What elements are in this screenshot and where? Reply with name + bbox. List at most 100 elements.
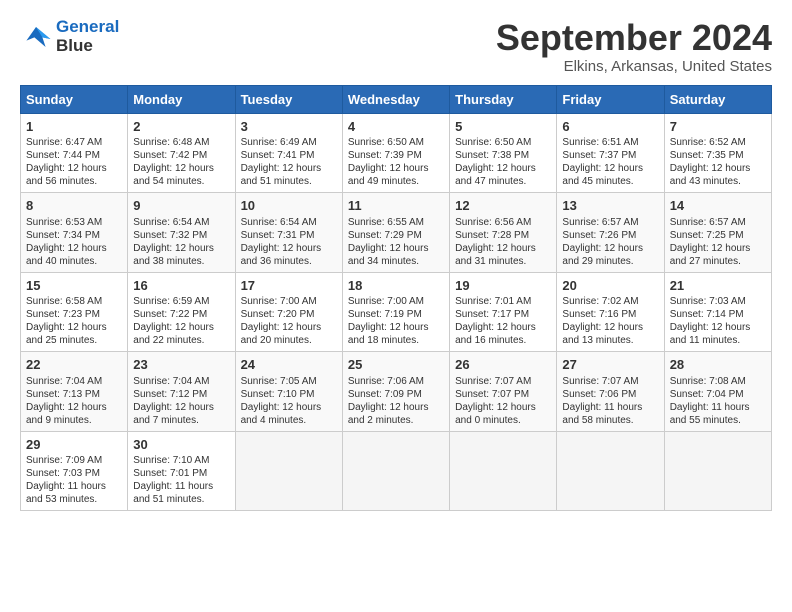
table-row: 12Sunrise: 6:56 AM Sunset: 7:28 PM Dayli… <box>450 193 557 273</box>
table-row: 2Sunrise: 6:48 AM Sunset: 7:42 PM Daylig… <box>128 113 235 193</box>
page: General Blue September 2024 Elkins, Arka… <box>0 0 792 521</box>
day-content: Sunrise: 6:57 AM Sunset: 7:25 PM Dayligh… <box>670 216 766 268</box>
day-content: Sunrise: 7:07 AM Sunset: 7:07 PM Dayligh… <box>455 375 551 427</box>
table-row: 9Sunrise: 6:54 AM Sunset: 7:32 PM Daylig… <box>128 193 235 273</box>
table-row: 30Sunrise: 7:10 AM Sunset: 7:01 PM Dayli… <box>128 431 235 511</box>
day-number: 15 <box>26 277 122 295</box>
day-content: Sunrise: 6:49 AM Sunset: 7:41 PM Dayligh… <box>241 136 337 188</box>
logo-icon <box>20 23 52 51</box>
subtitle: Elkins, Arkansas, United States <box>496 58 772 75</box>
table-row: 13Sunrise: 6:57 AM Sunset: 7:26 PM Dayli… <box>557 193 664 273</box>
week-row-3: 15Sunrise: 6:58 AM Sunset: 7:23 PM Dayli… <box>21 272 772 352</box>
table-row <box>664 431 771 511</box>
day-number: 6 <box>562 118 658 136</box>
table-row: 20Sunrise: 7:02 AM Sunset: 7:16 PM Dayli… <box>557 272 664 352</box>
table-row: 24Sunrise: 7:05 AM Sunset: 7:10 PM Dayli… <box>235 352 342 432</box>
day-content: Sunrise: 7:06 AM Sunset: 7:09 PM Dayligh… <box>348 375 444 427</box>
day-content: Sunrise: 7:01 AM Sunset: 7:17 PM Dayligh… <box>455 295 551 347</box>
table-row: 5Sunrise: 6:50 AM Sunset: 7:38 PM Daylig… <box>450 113 557 193</box>
table-row: 21Sunrise: 7:03 AM Sunset: 7:14 PM Dayli… <box>664 272 771 352</box>
header-saturday: Saturday <box>664 85 771 113</box>
day-number: 11 <box>348 197 444 215</box>
logo: General Blue <box>20 18 119 55</box>
table-row: 6Sunrise: 6:51 AM Sunset: 7:37 PM Daylig… <box>557 113 664 193</box>
day-content: Sunrise: 7:04 AM Sunset: 7:13 PM Dayligh… <box>26 375 122 427</box>
day-number: 25 <box>348 356 444 374</box>
day-content: Sunrise: 6:58 AM Sunset: 7:23 PM Dayligh… <box>26 295 122 347</box>
table-row: 17Sunrise: 7:00 AM Sunset: 7:20 PM Dayli… <box>235 272 342 352</box>
week-row-4: 22Sunrise: 7:04 AM Sunset: 7:13 PM Dayli… <box>21 352 772 432</box>
day-number: 27 <box>562 356 658 374</box>
day-content: Sunrise: 7:04 AM Sunset: 7:12 PM Dayligh… <box>133 375 229 427</box>
day-content: Sunrise: 7:00 AM Sunset: 7:20 PM Dayligh… <box>241 295 337 347</box>
day-content: Sunrise: 6:51 AM Sunset: 7:37 PM Dayligh… <box>562 136 658 188</box>
day-number: 26 <box>455 356 551 374</box>
table-row <box>235 431 342 511</box>
day-number: 17 <box>241 277 337 295</box>
day-content: Sunrise: 6:56 AM Sunset: 7:28 PM Dayligh… <box>455 216 551 268</box>
table-row: 22Sunrise: 7:04 AM Sunset: 7:13 PM Dayli… <box>21 352 128 432</box>
day-number: 9 <box>133 197 229 215</box>
day-number: 3 <box>241 118 337 136</box>
table-row: 15Sunrise: 6:58 AM Sunset: 7:23 PM Dayli… <box>21 272 128 352</box>
day-number: 22 <box>26 356 122 374</box>
table-row: 4Sunrise: 6:50 AM Sunset: 7:39 PM Daylig… <box>342 113 449 193</box>
day-number: 19 <box>455 277 551 295</box>
main-title: September 2024 <box>496 18 772 58</box>
table-row: 11Sunrise: 6:55 AM Sunset: 7:29 PM Dayli… <box>342 193 449 273</box>
day-number: 12 <box>455 197 551 215</box>
day-content: Sunrise: 6:53 AM Sunset: 7:34 PM Dayligh… <box>26 216 122 268</box>
table-row: 1Sunrise: 6:47 AM Sunset: 7:44 PM Daylig… <box>21 113 128 193</box>
table-row: 16Sunrise: 6:59 AM Sunset: 7:22 PM Dayli… <box>128 272 235 352</box>
day-number: 14 <box>670 197 766 215</box>
table-row <box>450 431 557 511</box>
day-content: Sunrise: 6:54 AM Sunset: 7:32 PM Dayligh… <box>133 216 229 268</box>
day-number: 23 <box>133 356 229 374</box>
table-row: 8Sunrise: 6:53 AM Sunset: 7:34 PM Daylig… <box>21 193 128 273</box>
day-content: Sunrise: 6:50 AM Sunset: 7:38 PM Dayligh… <box>455 136 551 188</box>
day-number: 20 <box>562 277 658 295</box>
day-content: Sunrise: 6:47 AM Sunset: 7:44 PM Dayligh… <box>26 136 122 188</box>
table-row: 14Sunrise: 6:57 AM Sunset: 7:25 PM Dayli… <box>664 193 771 273</box>
header-sunday: Sunday <box>21 85 128 113</box>
table-row: 29Sunrise: 7:09 AM Sunset: 7:03 PM Dayli… <box>21 431 128 511</box>
header: General Blue September 2024 Elkins, Arka… <box>20 18 772 75</box>
logo-text: General Blue <box>56 18 119 55</box>
header-row: Sunday Monday Tuesday Wednesday Thursday… <box>21 85 772 113</box>
day-number: 4 <box>348 118 444 136</box>
day-number: 29 <box>26 436 122 454</box>
day-content: Sunrise: 6:59 AM Sunset: 7:22 PM Dayligh… <box>133 295 229 347</box>
table-row: 27Sunrise: 7:07 AM Sunset: 7:06 PM Dayli… <box>557 352 664 432</box>
day-content: Sunrise: 7:07 AM Sunset: 7:06 PM Dayligh… <box>562 375 658 427</box>
day-content: Sunrise: 6:54 AM Sunset: 7:31 PM Dayligh… <box>241 216 337 268</box>
week-row-1: 1Sunrise: 6:47 AM Sunset: 7:44 PM Daylig… <box>21 113 772 193</box>
day-number: 28 <box>670 356 766 374</box>
day-number: 21 <box>670 277 766 295</box>
table-row: 7Sunrise: 6:52 AM Sunset: 7:35 PM Daylig… <box>664 113 771 193</box>
day-content: Sunrise: 7:10 AM Sunset: 7:01 PM Dayligh… <box>133 454 229 506</box>
day-content: Sunrise: 6:55 AM Sunset: 7:29 PM Dayligh… <box>348 216 444 268</box>
day-number: 16 <box>133 277 229 295</box>
table-row: 19Sunrise: 7:01 AM Sunset: 7:17 PM Dayli… <box>450 272 557 352</box>
day-number: 13 <box>562 197 658 215</box>
day-number: 7 <box>670 118 766 136</box>
table-row <box>557 431 664 511</box>
day-number: 24 <box>241 356 337 374</box>
day-content: Sunrise: 7:03 AM Sunset: 7:14 PM Dayligh… <box>670 295 766 347</box>
day-content: Sunrise: 7:08 AM Sunset: 7:04 PM Dayligh… <box>670 375 766 427</box>
day-content: Sunrise: 6:57 AM Sunset: 7:26 PM Dayligh… <box>562 216 658 268</box>
table-row: 26Sunrise: 7:07 AM Sunset: 7:07 PM Dayli… <box>450 352 557 432</box>
table-row: 3Sunrise: 6:49 AM Sunset: 7:41 PM Daylig… <box>235 113 342 193</box>
day-number: 10 <box>241 197 337 215</box>
header-monday: Monday <box>128 85 235 113</box>
week-row-5: 29Sunrise: 7:09 AM Sunset: 7:03 PM Dayli… <box>21 431 772 511</box>
day-number: 5 <box>455 118 551 136</box>
day-content: Sunrise: 7:09 AM Sunset: 7:03 PM Dayligh… <box>26 454 122 506</box>
day-content: Sunrise: 6:48 AM Sunset: 7:42 PM Dayligh… <box>133 136 229 188</box>
table-row: 28Sunrise: 7:08 AM Sunset: 7:04 PM Dayli… <box>664 352 771 432</box>
table-row: 10Sunrise: 6:54 AM Sunset: 7:31 PM Dayli… <box>235 193 342 273</box>
day-number: 30 <box>133 436 229 454</box>
day-number: 8 <box>26 197 122 215</box>
week-row-2: 8Sunrise: 6:53 AM Sunset: 7:34 PM Daylig… <box>21 193 772 273</box>
header-friday: Friday <box>557 85 664 113</box>
